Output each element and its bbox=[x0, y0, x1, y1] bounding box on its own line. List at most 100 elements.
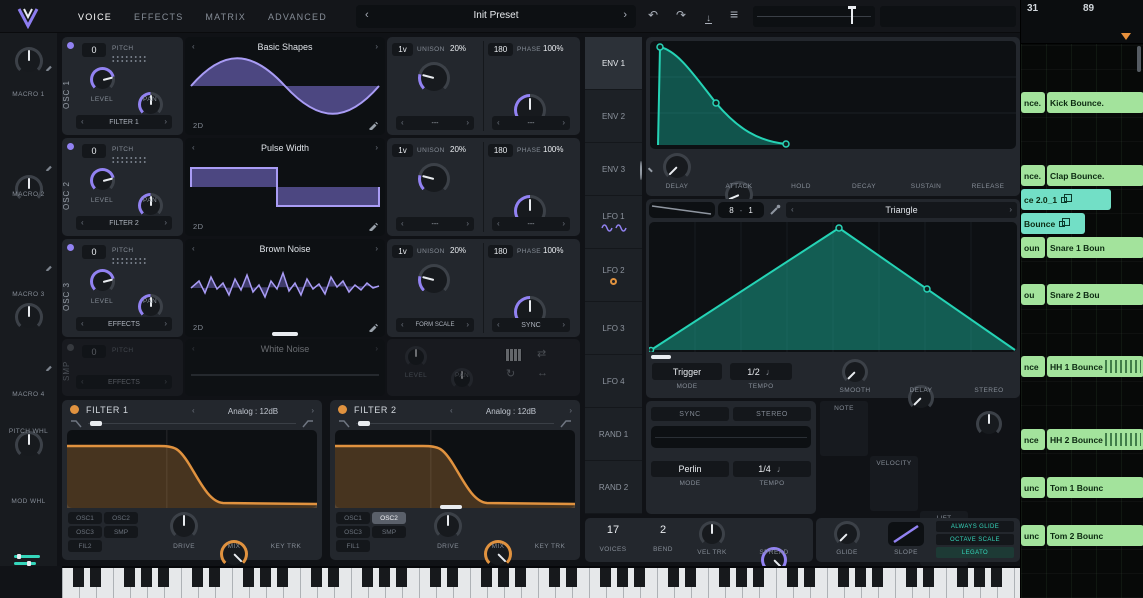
lfo-mode-dropdown[interactable]: Trigger bbox=[652, 363, 722, 380]
wave-next-icon[interactable]: › bbox=[375, 43, 378, 51]
piano-keyboard[interactable] bbox=[62, 566, 1020, 598]
voices-value[interactable]: 17 bbox=[591, 524, 635, 536]
macro3-knob[interactable] bbox=[15, 303, 43, 331]
edit-pencil-icon[interactable] bbox=[368, 322, 378, 332]
filter1-response-display[interactable] bbox=[67, 430, 317, 508]
osc3-routing-dropdown[interactable]: ‹EFFECTS› bbox=[76, 317, 172, 331]
mod-wheel-label[interactable]: MOD WHL bbox=[0, 498, 57, 505]
zoom-magnifier-icon[interactable] bbox=[640, 161, 642, 180]
lfo-rate-numerator[interactable]: 8 bbox=[729, 206, 733, 215]
filter1-blend-handle[interactable] bbox=[90, 421, 102, 426]
playhead-marker[interactable] bbox=[1121, 33, 1131, 40]
filter1-input-osc2[interactable]: OSC2 bbox=[104, 512, 138, 524]
macro1-knob[interactable] bbox=[15, 47, 43, 75]
tab-effects[interactable]: EFFECTS bbox=[134, 12, 183, 22]
osc1-pitch-value[interactable]: 0 bbox=[82, 43, 106, 57]
edit-pencil-icon[interactable] bbox=[45, 263, 53, 271]
tab-rand1[interactable]: RAND 1 bbox=[585, 408, 642, 461]
osc3-level-knob[interactable] bbox=[90, 269, 115, 294]
filter1-drive-knob[interactable] bbox=[170, 512, 198, 540]
clip-hh2-bounce[interactable]: HH 2 Bounce bbox=[1047, 429, 1143, 450]
keytrack-icon[interactable] bbox=[505, 349, 522, 361]
lfo-preview[interactable] bbox=[649, 202, 715, 218]
legato-toggle[interactable]: LEGATO bbox=[936, 547, 1014, 558]
lfo-display[interactable] bbox=[649, 222, 1017, 352]
source-velocity[interactable]: VELOCITY bbox=[870, 456, 918, 511]
clip-clap-bounce[interactable]: Clap Bounce. bbox=[1047, 165, 1143, 186]
tab-matrix[interactable]: MATRIX bbox=[205, 12, 246, 22]
wave-next-icon[interactable]: › bbox=[375, 345, 378, 353]
tab-rand2[interactable]: RAND 2 bbox=[585, 461, 642, 514]
tab-env1[interactable]: ENV 1 bbox=[585, 37, 642, 90]
clip-bounce[interactable]: Bounce bbox=[1021, 213, 1085, 234]
filter2-power-dot[interactable] bbox=[338, 405, 347, 414]
lfo-smooth-knob[interactable] bbox=[842, 359, 868, 385]
rand-stereo-button[interactable]: STEREO bbox=[733, 407, 811, 421]
osc3-sync-dropdown[interactable]: ‹SYNC› bbox=[492, 318, 570, 332]
osc1-wave-display[interactable]: ‹ Basic Shapes › 2D bbox=[185, 37, 385, 135]
osc1-routing-dropdown[interactable]: ‹FILTER 1› bbox=[76, 115, 172, 129]
osc2-mod-a-dropdown[interactable]: ‹---› bbox=[396, 217, 474, 231]
osc2-power-dot[interactable] bbox=[67, 143, 74, 150]
clip-fragment[interactable]: nce bbox=[1021, 356, 1045, 377]
osc2-wave-name[interactable]: Pulse Width bbox=[185, 143, 385, 153]
clip-fragment[interactable]: nce. bbox=[1021, 92, 1045, 113]
vel-trk-knob[interactable] bbox=[699, 521, 725, 547]
vital-logo-icon[interactable] bbox=[16, 5, 40, 29]
osc3-view-mode[interactable]: 2D bbox=[193, 323, 203, 332]
osc1-view-mode[interactable]: 2D bbox=[193, 121, 203, 130]
filter1-input-fil2[interactable]: FIL2 bbox=[68, 540, 102, 552]
osc3-pitch-value[interactable]: 0 bbox=[82, 245, 106, 259]
env-delay-knob[interactable] bbox=[663, 153, 691, 181]
filter2-response-display[interactable] bbox=[335, 430, 575, 508]
shuffle-icon[interactable]: ⇄ bbox=[537, 347, 546, 360]
sampler-wave-display[interactable]: ‹ White Noise › bbox=[185, 339, 385, 396]
clip-tom2-bounce[interactable]: Tom 2 Bounc bbox=[1047, 525, 1143, 546]
clip-fragment[interactable]: nce. bbox=[1021, 165, 1045, 186]
osc1-phase-amount[interactable]: 100% bbox=[543, 44, 563, 53]
osc1-unison-detune-knob[interactable] bbox=[418, 62, 450, 94]
always-glide-toggle[interactable]: ALWAYS GLIDE bbox=[936, 521, 1014, 532]
sampler-level-knob[interactable] bbox=[405, 346, 427, 368]
edit-pencil-icon[interactable] bbox=[368, 221, 378, 231]
lfo-tempo-dropdown[interactable]: 1/2♩ bbox=[730, 363, 792, 380]
osc3-wave-display[interactable]: ‹ Brown Noise › 2D bbox=[185, 239, 385, 337]
filter2-blend-track[interactable] bbox=[356, 423, 554, 424]
meter-handle[interactable] bbox=[848, 6, 856, 9]
source-note[interactable]: NOTE bbox=[820, 401, 868, 456]
edit-pencil-icon[interactable] bbox=[45, 163, 53, 171]
undo-icon[interactable]: ↶ bbox=[648, 8, 658, 22]
bounce-arrows-icon[interactable]: ↔ bbox=[537, 367, 548, 379]
rand-sync-button[interactable]: SYNC bbox=[651, 407, 729, 421]
tab-lfo1[interactable]: LFO 1 bbox=[585, 196, 642, 249]
lfo-phase-slider[interactable] bbox=[651, 355, 671, 359]
daw-scrollbar[interactable] bbox=[1137, 46, 1141, 72]
osc1-level-knob[interactable] bbox=[90, 67, 115, 92]
filter2-input-osc1[interactable]: OSC1 bbox=[336, 512, 370, 524]
filter2-input-smp[interactable]: SMP bbox=[372, 526, 406, 538]
envelope-display[interactable] bbox=[650, 41, 1016, 149]
edit-pencil-icon[interactable] bbox=[45, 363, 53, 371]
tab-voice[interactable]: VOICE bbox=[78, 12, 112, 22]
macro2-knob[interactable] bbox=[15, 175, 43, 203]
osc2-view-mode[interactable]: 2D bbox=[193, 222, 203, 231]
edit-pencil-icon[interactable] bbox=[45, 63, 53, 71]
osc1-unison-dots[interactable] bbox=[111, 55, 147, 63]
osc1-phase-value[interactable]: 180 bbox=[488, 43, 513, 56]
filter1-input-smp[interactable]: SMP bbox=[104, 526, 138, 538]
master-meter-display[interactable] bbox=[753, 6, 875, 27]
osc2-unison-dots[interactable] bbox=[111, 156, 147, 164]
meter-tick[interactable] bbox=[851, 9, 853, 24]
osc3-unison-amount[interactable]: 20% bbox=[450, 246, 466, 255]
rand-display[interactable] bbox=[651, 426, 811, 448]
osc3-unison-voices[interactable]: 1v bbox=[392, 245, 413, 258]
lfo-rate-denominator[interactable]: 1 bbox=[748, 206, 752, 215]
tab-env2[interactable]: ENV 2 bbox=[585, 90, 642, 143]
osc3-phase-amount[interactable]: 100% bbox=[543, 246, 563, 255]
osc2-pitch-value[interactable]: 0 bbox=[82, 144, 106, 158]
preset-name[interactable]: Init Preset bbox=[356, 10, 636, 21]
paint-brush-icon[interactable] bbox=[769, 204, 781, 216]
preset-next-icon[interactable]: › bbox=[623, 9, 627, 21]
clip-hh1-bounce[interactable]: HH 1 Bounce bbox=[1047, 356, 1143, 377]
menu-icon[interactable]: ≡ bbox=[730, 6, 738, 22]
